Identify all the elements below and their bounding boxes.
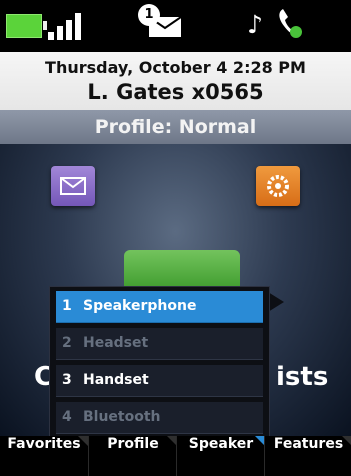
message-count-badge: 1: [138, 4, 160, 26]
settings-icon[interactable]: [256, 166, 300, 206]
messages-icon[interactable]: [51, 166, 95, 206]
user-line-label: L. Gates x0565: [87, 80, 264, 104]
signal-icon: [48, 12, 86, 40]
softkey-features[interactable]: Features: [264, 436, 351, 476]
softkey-bar: Favorites Profile Speaker Features: [0, 436, 351, 476]
music-note-icon: ♪: [247, 10, 263, 39]
softkey-profile[interactable]: Profile: [88, 436, 177, 476]
menu-item-bluetooth: 4 Bluetooth: [56, 402, 263, 434]
audio-mode-menu: 1 Speakerphone 2 Headset 3 Handset 4 Blu…: [49, 286, 270, 438]
menu-item-speakerphone[interactable]: 1 Speakerphone: [56, 291, 263, 323]
contacts-tile[interactable]: [124, 250, 240, 290]
phone-status-icon: [276, 6, 306, 44]
status-bar: 1 ♪: [0, 0, 351, 52]
header: Thursday, October 4 2:28 PM L. Gates x05…: [0, 52, 351, 110]
menu-item-headset: 2 Headset: [56, 328, 263, 360]
datetime-label: Thursday, October 4 2:28 PM: [45, 58, 306, 77]
background-label-right: ists: [276, 362, 329, 392]
profile-bar[interactable]: Profile: Normal: [0, 110, 351, 144]
battery-icon: [6, 14, 47, 38]
message-icon[interactable]: 1: [138, 4, 182, 44]
softkey-favorites[interactable]: Favorites: [0, 436, 88, 476]
menu-item-handset[interactable]: 3 Handset: [56, 365, 263, 397]
popup-pointer: [268, 292, 284, 312]
softkey-speaker[interactable]: Speaker: [176, 436, 265, 476]
